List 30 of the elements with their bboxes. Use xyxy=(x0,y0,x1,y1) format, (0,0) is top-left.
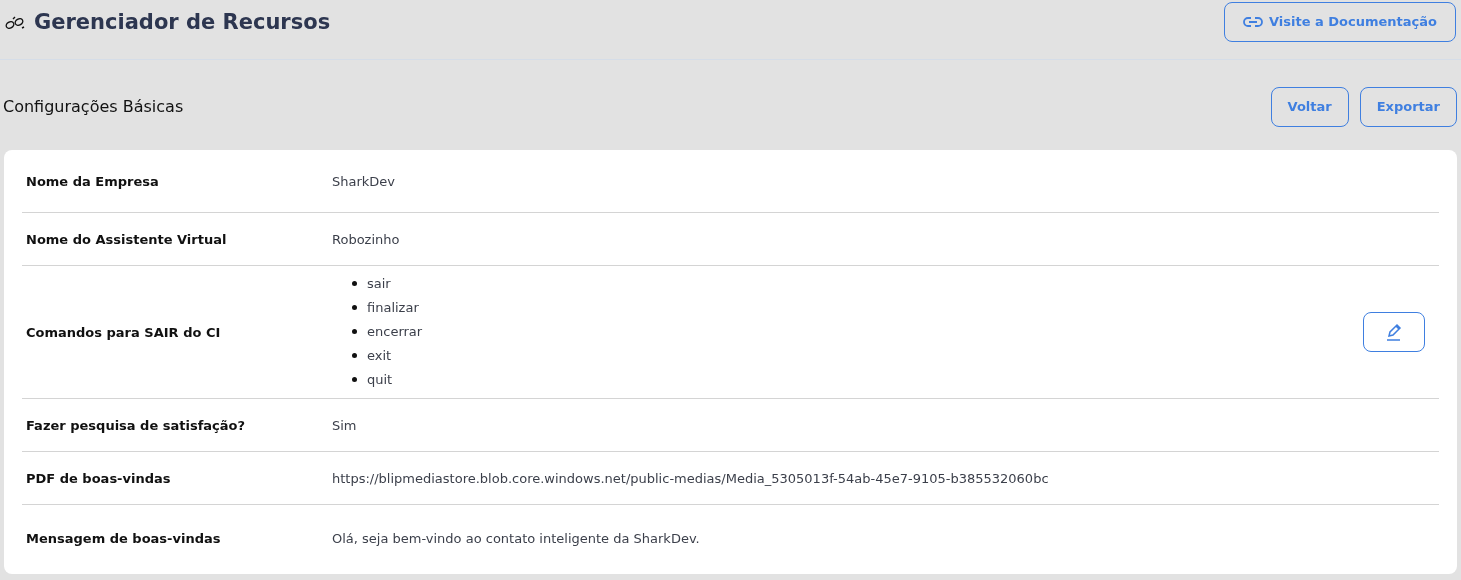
pencil-icon xyxy=(1384,321,1404,342)
list-item: finalizar xyxy=(367,298,419,317)
bullet-icon xyxy=(352,329,357,334)
list-item: sair xyxy=(367,274,391,293)
link-icon xyxy=(4,15,26,30)
field-value: Robozinho xyxy=(332,231,400,247)
field-label: Comandos para SAIR do CI xyxy=(26,324,221,340)
list-item: encerrar xyxy=(367,322,423,341)
bullet-icon xyxy=(352,281,357,286)
field-label: Nome da Empresa xyxy=(26,173,159,189)
page-title: Gerenciador de Recursos xyxy=(34,9,331,36)
list-item: exit xyxy=(367,346,392,365)
bullet-icon xyxy=(352,377,357,382)
action-button[interactable]: Exportar xyxy=(1359,86,1457,127)
field-label: PDF de boas-vindas xyxy=(26,470,171,486)
list-item: quit xyxy=(367,370,393,389)
field-value: SharkDev xyxy=(332,173,396,189)
field-label: Fazer pesquisa de satisfação? xyxy=(26,417,246,433)
section-title: Configurações Básicas xyxy=(3,95,184,118)
bullet-icon xyxy=(352,353,357,358)
field-value: Olá, seja bem-vindo ao contato inteligente da SharkDev. xyxy=(332,531,700,547)
field-value: https://blipmediastore.blob.core.windows.net/public-medias/Media_5305013f-54ab-45e7-9105-b385532060bc xyxy=(332,470,1049,486)
link-icon xyxy=(1242,16,1263,28)
field-label: Mensagem de boas-vindas xyxy=(26,531,221,547)
edit-button[interactable] xyxy=(1363,311,1425,352)
documentation-link[interactable]: Visite a Documentação xyxy=(1223,2,1456,42)
action-button[interactable]: Voltar xyxy=(1270,86,1349,127)
bullet-icon xyxy=(352,305,357,310)
field-label: Nome do Assistente Virtual xyxy=(26,231,227,247)
field-value: Sim xyxy=(332,417,357,433)
